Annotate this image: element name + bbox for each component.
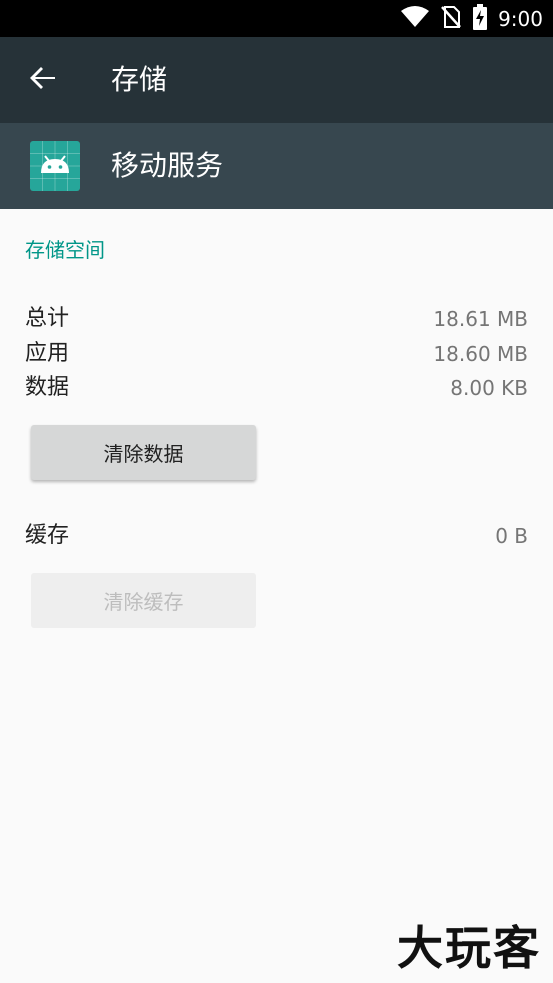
app-size-label: 应用 [25, 341, 70, 366]
page-title: 存储 [111, 63, 168, 96]
total-row: 总计 18.61 MB [25, 302, 528, 336]
back-button[interactable] [20, 57, 66, 103]
no-sim-icon [440, 5, 462, 33]
app-name: 移动服务 [111, 149, 224, 182]
storage-section-title: 存储空间 [25, 238, 105, 262]
data-size-value: 8.00 KB [450, 376, 528, 400]
cache-label: 缓存 [25, 523, 70, 548]
cache-row: 缓存 0 B [25, 519, 528, 553]
data-size-label: 数据 [25, 375, 70, 400]
wifi-icon [400, 5, 430, 33]
battery-charging-icon [472, 3, 488, 34]
total-label: 总计 [25, 306, 70, 331]
data-row: 数据 8.00 KB [25, 371, 528, 405]
clear-cache-button: 清除缓存 [31, 573, 256, 628]
status-time: 9:00 [498, 6, 543, 31]
status-icons: 9:00 [400, 0, 543, 37]
android-icon [30, 141, 80, 191]
cache-value: 0 B [495, 524, 528, 548]
status-bar: 9:00 [0, 0, 553, 37]
clear-data-button[interactable]: 清除数据 [31, 425, 256, 480]
app-size-value: 18.60 MB [433, 342, 528, 366]
total-value: 18.61 MB [433, 307, 528, 331]
app-header: 移动服务 [0, 123, 553, 209]
toolbar: 存储 [0, 37, 553, 123]
arrow-back-icon [29, 64, 57, 96]
watermark: 大玩客 [397, 921, 541, 975]
app-row: 应用 18.60 MB [25, 337, 528, 371]
